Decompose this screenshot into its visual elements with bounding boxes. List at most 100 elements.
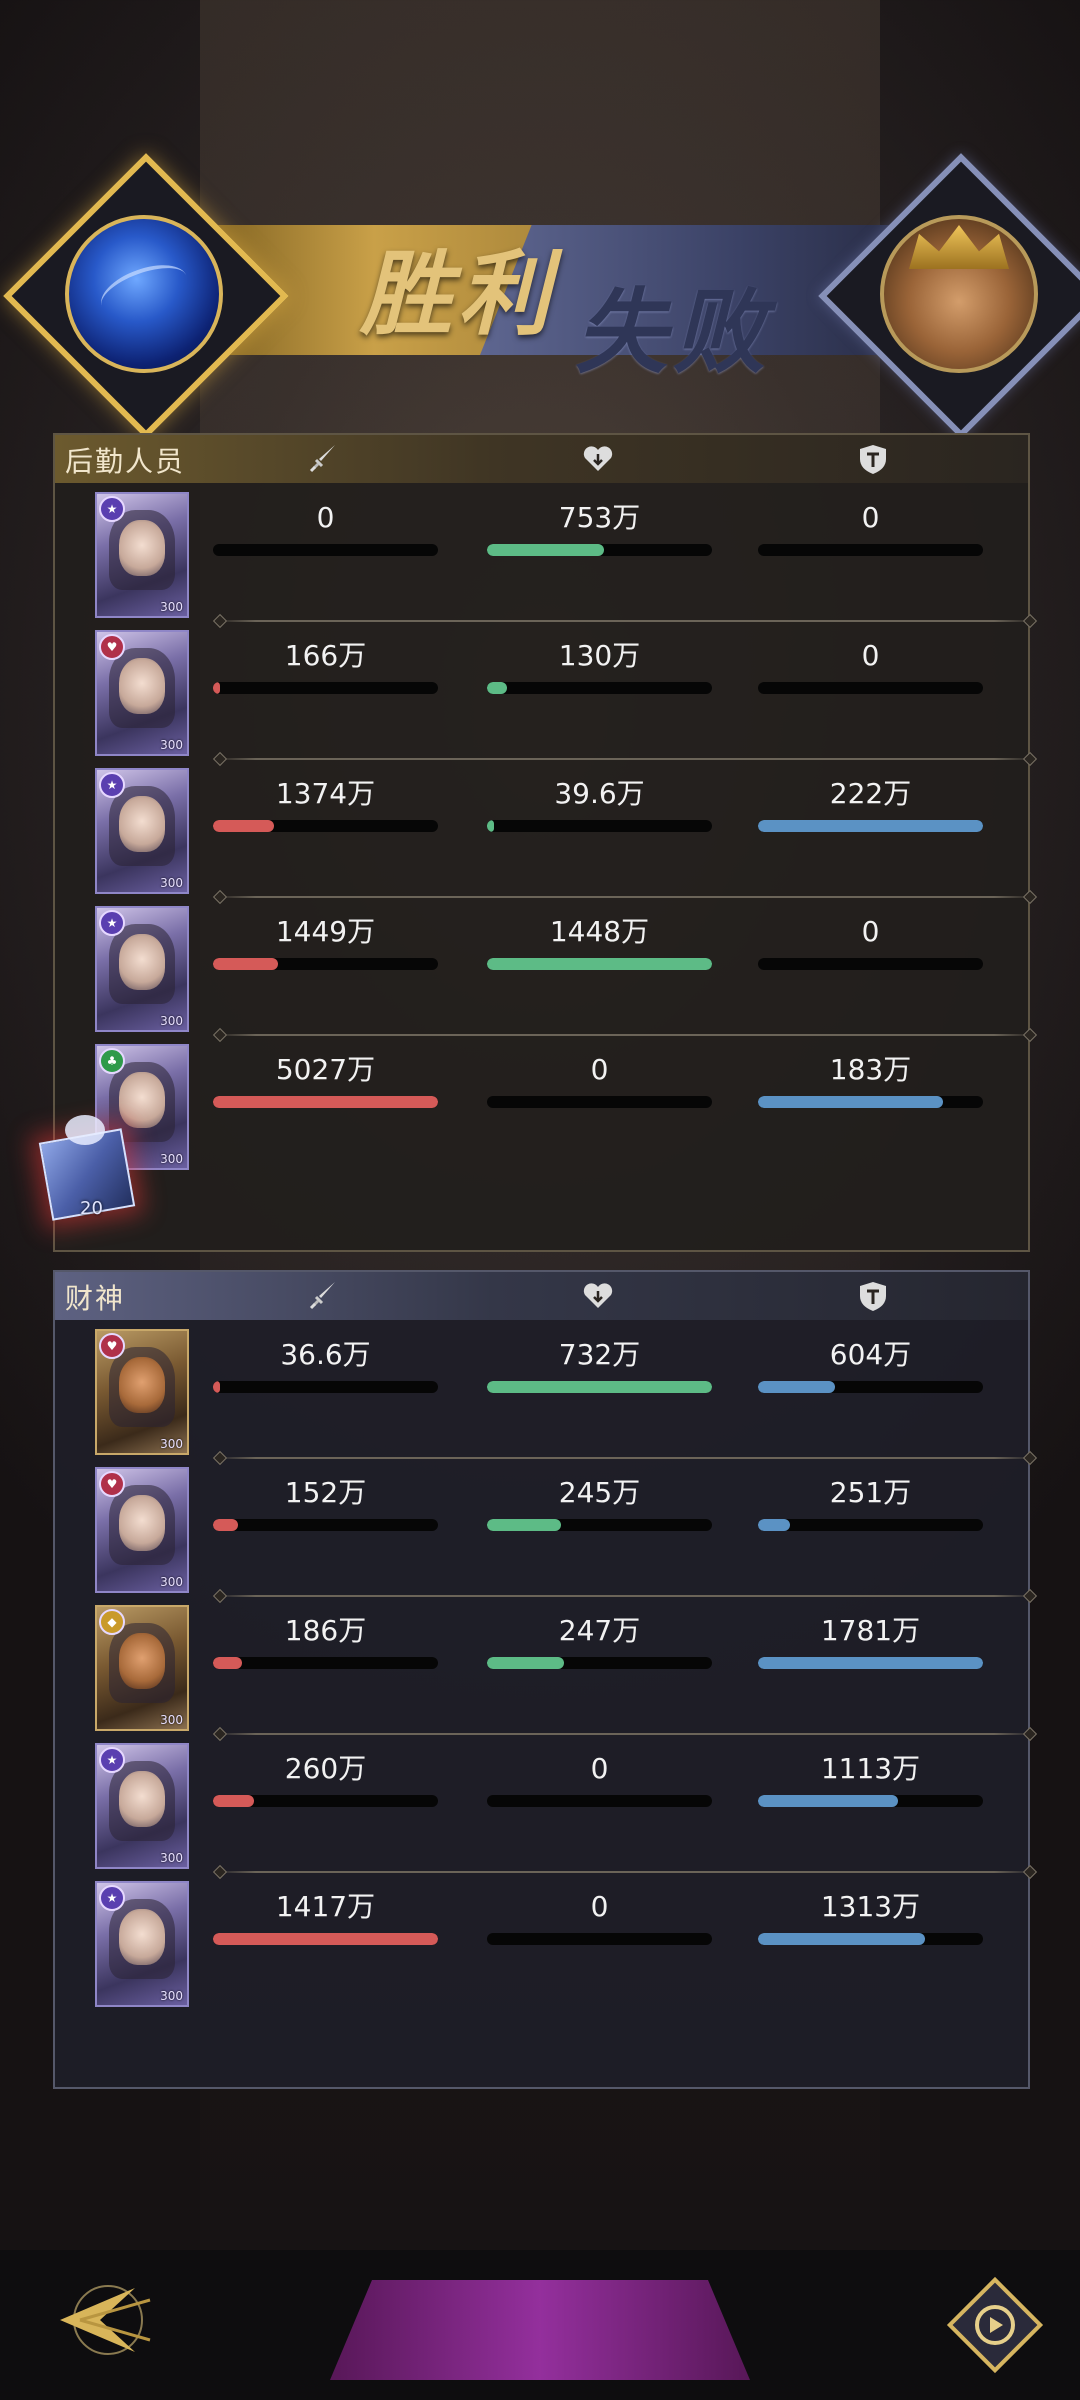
tank-bar [758, 820, 983, 832]
damage-bar [213, 1657, 438, 1669]
team-member-row: ♣ 300 5027万 0 183万 [55, 1042, 1028, 1180]
damage-value: 260万 [284, 1752, 367, 1785]
team-member-row: ★ 300 1449万 1448万 0 [55, 904, 1035, 1042]
gift-box-button[interactable]: 20 [30, 1110, 140, 1230]
heal-value: 732万 [558, 1338, 641, 1371]
hero-face [119, 796, 165, 852]
tank-bar [758, 958, 983, 970]
heart-badge-icon: ♥ [99, 634, 125, 660]
heal-bar-fill [487, 958, 712, 970]
heal-stat: 0 [487, 1749, 712, 1807]
hero-card[interactable]: ★ 300 [95, 492, 189, 618]
back-arrow-icon [60, 2285, 151, 2355]
hero-level: 300 [160, 1575, 183, 1589]
tank-bar [758, 544, 983, 556]
heal-value: 753万 [558, 501, 641, 534]
tank-stat: 604万 [758, 1335, 983, 1393]
team-member-row: ♥ 300 36.6万 732万 604万 [55, 1327, 1035, 1465]
hero-level: 300 [160, 600, 183, 614]
heal-stat: 247万 [487, 1611, 712, 1669]
tank-bar-fill [758, 820, 983, 832]
damage-stat: 186万 [213, 1611, 438, 1669]
galaxy-avatar-icon[interactable] [65, 215, 223, 373]
damage-bar [213, 1795, 438, 1807]
heal-value: 245万 [558, 1476, 641, 1509]
back-button[interactable] [40, 2270, 160, 2370]
damage-bar [213, 1519, 438, 1531]
tank-bar [758, 1795, 983, 1807]
sword-icon [305, 441, 341, 477]
row-divider [215, 1733, 1035, 1735]
hero-card[interactable]: ♥ 300 [95, 1467, 189, 1593]
hero-card[interactable]: ♥ 300 [95, 630, 189, 756]
tank-value: 604万 [829, 1338, 912, 1371]
damage-bar-fill [213, 682, 220, 694]
damage-bar-fill [213, 1381, 220, 1393]
heal-bar [487, 820, 712, 832]
heart-icon [580, 441, 616, 477]
star-badge-icon: ★ [99, 910, 125, 936]
heal-bar [487, 1657, 712, 1669]
tank-bar [758, 1381, 983, 1393]
defeat-label: 失败 [575, 278, 772, 386]
replay-icon [946, 2276, 1044, 2374]
tank-bar-fill [758, 1096, 943, 1108]
tank-stat: 1313万 [758, 1887, 983, 1945]
hero-face [119, 1771, 165, 1827]
sword-icon [305, 1278, 341, 1314]
team-name: 后勤人员 [65, 445, 186, 478]
damage-bar-fill [213, 1519, 238, 1531]
heal-bar [487, 1795, 712, 1807]
heal-bar [487, 1096, 712, 1108]
damage-stat: 1449万 [213, 912, 438, 970]
hero-card[interactable]: ★ 300 [95, 768, 189, 894]
damage-value: 186万 [284, 1614, 367, 1647]
tank-value: 1781万 [820, 1614, 921, 1647]
row-divider [215, 1595, 1035, 1597]
hero-card[interactable]: ◆ 300 [95, 1605, 189, 1731]
tank-stat: 251万 [758, 1473, 983, 1531]
hero-card[interactable]: ★ 300 [95, 1743, 189, 1869]
row-divider [215, 1871, 1035, 1873]
tank-bar [758, 1933, 983, 1945]
heal-bar-fill [487, 1519, 562, 1531]
damage-stat: 152万 [213, 1473, 438, 1531]
hero-face [119, 1909, 165, 1965]
heal-bar-fill [487, 1381, 712, 1393]
heart-badge-icon: ♥ [99, 1471, 125, 1497]
tank-bar [758, 1519, 983, 1531]
damage-bar-fill [213, 1795, 254, 1807]
tank-value: 1113万 [820, 1752, 921, 1785]
heal-bar [487, 1519, 712, 1531]
tank-stat: 0 [758, 912, 983, 970]
confirm-button[interactable] [330, 2280, 750, 2380]
clover-badge-icon: ♣ [99, 1048, 125, 1074]
tank-value: 222万 [829, 777, 912, 810]
heal-stat: 753万 [487, 498, 712, 556]
tank-bar-fill [758, 1795, 898, 1807]
heart-icon [580, 1278, 616, 1314]
team-member-row: ◆ 300 186万 247万 1781万 [55, 1603, 1035, 1741]
hero-level: 300 [160, 1989, 183, 2003]
god-of-wealth-avatar-icon[interactable] [880, 215, 1038, 373]
heal-value: 0 [590, 1752, 609, 1785]
team-member-row: ♥ 300 166万 130万 0 [55, 628, 1035, 766]
star-badge-icon: ★ [99, 496, 125, 522]
hero-card[interactable]: ♥ 300 [95, 1329, 189, 1455]
tank-value: 0 [861, 501, 880, 534]
hero-card[interactable]: ★ 300 [95, 1881, 189, 2007]
row-divider [215, 1034, 1035, 1036]
damage-bar [213, 682, 438, 694]
team-member-row: ★ 300 1374万 39.6万 222万 [55, 766, 1035, 904]
heal-bar-fill [487, 820, 494, 832]
hero-card[interactable]: ★ 300 [95, 906, 189, 1032]
heal-stat: 732万 [487, 1335, 712, 1393]
team-member-row: ★ 300 1417万 0 1313万 [55, 1879, 1028, 2017]
team-panel-header: 后勤人员 [55, 435, 1028, 483]
heart-badge-icon: ♥ [99, 1333, 125, 1359]
hero-level: 300 [160, 1437, 183, 1451]
team-name: 财神 [65, 1282, 126, 1315]
tank-bar-fill [758, 1519, 790, 1531]
team-member-row: ★ 300 260万 0 1113万 [55, 1741, 1035, 1879]
replay-button[interactable] [945, 2275, 1045, 2375]
